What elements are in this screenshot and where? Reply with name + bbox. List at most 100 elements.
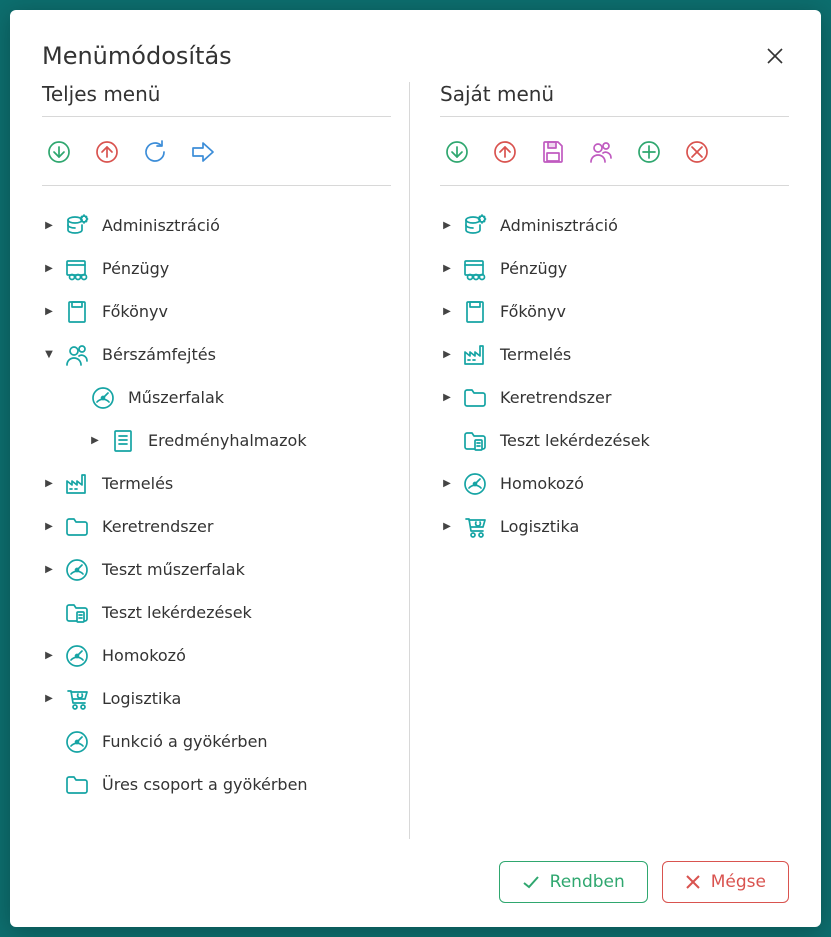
refresh-icon (142, 139, 168, 165)
tree-node[interactable]: Üres csoport a gyökérben (42, 763, 391, 806)
tree-caret-icon[interactable]: ▶ (88, 435, 102, 446)
tree-node[interactable]: ▼Bérszámfejtés (42, 333, 391, 376)
toolbar-button-up-circle[interactable] (92, 137, 122, 167)
toolbar-button-down-circle[interactable] (442, 137, 472, 167)
tree-caret-icon[interactable]: ▶ (42, 263, 56, 274)
tree-caret-icon[interactable]: ▶ (42, 306, 56, 317)
finance-icon (460, 254, 490, 284)
modal-title: Menümódosítás (42, 42, 232, 70)
tree-caret-icon[interactable]: ▶ (42, 220, 56, 231)
tree-caret-icon[interactable]: ▶ (42, 564, 56, 575)
tree-caret-icon[interactable]: ▶ (440, 349, 454, 360)
cancel-button-label: Mégse (711, 872, 766, 892)
tree-node-label: Homokozó (500, 474, 584, 493)
down-circle-icon (444, 139, 470, 165)
tree-caret-icon[interactable]: ▶ (42, 521, 56, 532)
left-pane-title: Teljes menü (42, 82, 391, 117)
tree-node[interactable]: Teszt lekérdezések (42, 591, 391, 634)
tree-node[interactable]: ▶ Homokozó (440, 462, 789, 505)
tree-node-label: Főkönyv (500, 302, 566, 321)
checkmark-icon (522, 873, 540, 891)
ok-button-label: Rendben (550, 872, 625, 892)
people-icon (588, 139, 614, 165)
tree-caret-icon[interactable]: ▶ (440, 306, 454, 317)
tree-node-label: Keretrendszer (102, 517, 213, 536)
tree-node-label: Teszt műszerfalak (102, 560, 245, 579)
tree-node[interactable]: ▶Pénzügy (42, 247, 391, 290)
toolbar-button-x-circle[interactable] (682, 137, 712, 167)
plus-circle-icon (636, 139, 662, 165)
tree-caret-icon[interactable]: ▶ (440, 220, 454, 231)
right-toolbar (440, 127, 789, 186)
folder-icon (62, 770, 92, 800)
tree-node[interactable]: ▶ Homokozó (42, 634, 391, 677)
db-gear-icon (62, 211, 92, 241)
menu-edit-modal: Menümódosítás Teljes menü ▶Adminisztráci… (10, 10, 821, 927)
toolbar-button-plus-circle[interactable] (634, 137, 664, 167)
tree-node[interactable]: ▶ Főkönyv (42, 290, 391, 333)
factory-icon (62, 469, 92, 499)
down-circle-icon (46, 139, 72, 165)
tree-node-label: Keretrendszer (500, 388, 611, 407)
x-circle-icon (684, 139, 710, 165)
right-tree: ▶Adminisztráció▶Pénzügy▶Főkönyv▶Termelés… (440, 204, 789, 839)
tree-node[interactable]: ▶ Keretrendszer (42, 505, 391, 548)
toolbar-button-refresh[interactable] (140, 137, 170, 167)
tree-node[interactable]: ▶Logisztika (42, 677, 391, 720)
tree-caret-icon[interactable]: ▼ (42, 349, 56, 360)
up-circle-icon (94, 139, 120, 165)
tree-node-label: Főkönyv (102, 302, 168, 321)
ok-button[interactable]: Rendben (499, 861, 648, 903)
tree-node[interactable]: ▶ Termelés (440, 333, 789, 376)
gauge-icon (62, 641, 92, 671)
up-circle-icon (492, 139, 518, 165)
modal-header: Menümódosítás (42, 42, 789, 70)
tree-node-label: Termelés (500, 345, 571, 364)
tree-node-label: Logisztika (500, 517, 579, 536)
folder-icon (460, 383, 490, 413)
folder-doc-icon (62, 598, 92, 628)
tree-caret-icon[interactable]: ▶ (440, 521, 454, 532)
close-button[interactable] (761, 42, 789, 70)
tree-node[interactable]: ▶ Logisztika (440, 505, 789, 548)
x-icon (685, 874, 701, 890)
folder-icon (62, 512, 92, 542)
toolbar-button-arrow-right[interactable] (188, 137, 218, 167)
cancel-button[interactable]: Mégse (662, 861, 789, 903)
toolbar-button-down-circle[interactable] (44, 137, 74, 167)
tree-caret-icon[interactable]: ▶ (42, 693, 56, 704)
tree-caret-icon[interactable]: ▶ (42, 650, 56, 661)
tree-node[interactable]: ▶Adminisztráció (42, 204, 391, 247)
tree-caret-icon[interactable]: ▶ (440, 263, 454, 274)
tree-node[interactable]: ▶ Teszt műszerfalak (42, 548, 391, 591)
factory-icon (460, 340, 490, 370)
tree-node[interactable]: Teszt lekérdezések (440, 419, 789, 462)
tree-node-label: Homokozó (102, 646, 186, 665)
toolbar-button-save[interactable] (538, 137, 568, 167)
tree-node[interactable]: ▶ Keretrendszer (440, 376, 789, 419)
right-pane-title: Saját menü (440, 82, 789, 117)
people-icon (62, 340, 92, 370)
close-icon (765, 46, 785, 66)
tree-node[interactable]: ▶Eredményhalmazok (42, 419, 391, 462)
tree-node-label: Teszt lekérdezések (500, 431, 650, 450)
tree-node[interactable]: Funkció a gyökérben (42, 720, 391, 763)
tree-node[interactable]: ▶ Főkönyv (440, 290, 789, 333)
gauge-icon (62, 555, 92, 585)
tree-node[interactable]: ▶Termelés (42, 462, 391, 505)
tree-node-label: Műszerfalak (128, 388, 224, 407)
toolbar-button-people[interactable] (586, 137, 616, 167)
modal-footer: Rendben Mégse (42, 839, 789, 903)
tree-node[interactable]: ▶ Pénzügy (440, 247, 789, 290)
tree-caret-icon[interactable]: ▶ (42, 478, 56, 489)
cart-icon (62, 684, 92, 714)
gauge-icon (62, 727, 92, 757)
left-toolbar (42, 127, 391, 186)
tree-node[interactable]: Műszerfalak (42, 376, 391, 419)
tree-node[interactable]: ▶Adminisztráció (440, 204, 789, 247)
tree-caret-icon[interactable]: ▶ (440, 478, 454, 489)
toolbar-button-up-circle[interactable] (490, 137, 520, 167)
right-pane: Saját menü ▶Adminisztráció▶Pénzügy▶Főkön… (409, 82, 789, 839)
tree-caret-icon[interactable]: ▶ (440, 392, 454, 403)
tree-node-label: Pénzügy (500, 259, 567, 278)
